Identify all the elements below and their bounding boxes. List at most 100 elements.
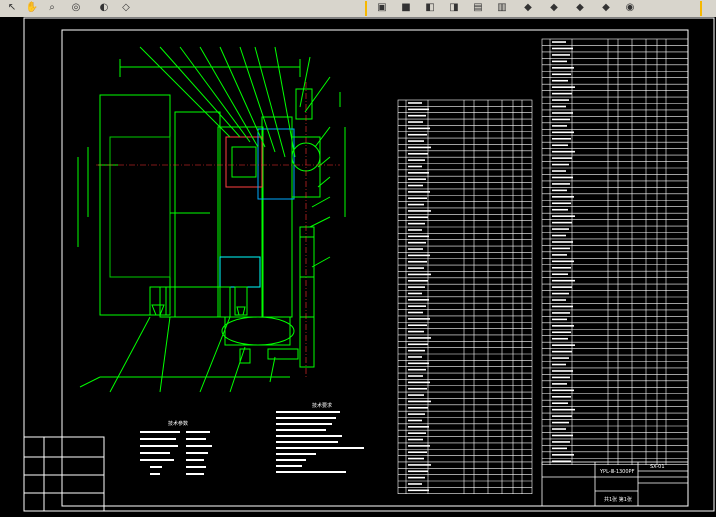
bom-cell-text — [552, 125, 567, 127]
bom-cell-text — [408, 451, 427, 454]
camera-icon[interactable]: ◉ — [622, 1, 638, 15]
bom-cell-text — [408, 127, 430, 130]
drawing-title: YPL-Ⅲ-1300PF — [599, 469, 635, 475]
bom-cell-text — [408, 324, 427, 327]
bom-cell-text — [552, 357, 569, 359]
bom-cell-text — [552, 221, 572, 224]
bom-cell-text — [408, 368, 426, 371]
bom-cell-text — [408, 292, 422, 295]
orbit-icon[interactable]: ◎ — [68, 1, 84, 15]
bom-cell-text — [408, 286, 425, 288]
bom-cell-text — [408, 349, 425, 352]
bom-cell-text — [408, 375, 423, 377]
bom-cell-text — [408, 470, 428, 473]
bom-cell-text — [552, 428, 566, 430]
bom-cell-text — [408, 400, 431, 403]
iso-sw-icon[interactable]: ◆ — [520, 1, 536, 15]
bom-cell-text — [408, 260, 427, 263]
bom-cell-text — [552, 202, 571, 205]
pan-icon[interactable]: ✋ — [24, 1, 40, 15]
bom-cell-text — [408, 152, 428, 155]
bom-cell-text — [552, 79, 568, 82]
bom-cell-text — [408, 419, 422, 422]
bom-cell-text — [552, 86, 575, 88]
layer-icon[interactable]: ◇ — [118, 1, 134, 15]
bom-cell-text — [408, 464, 431, 466]
drawing-code: SX-01 — [650, 464, 665, 470]
bom-cell-text — [408, 229, 422, 231]
bom-cell-text — [408, 381, 430, 384]
render-icon[interactable]: ◐ — [96, 1, 112, 15]
arrow-icon[interactable]: ↖ — [4, 1, 20, 15]
bom-cell-text — [408, 330, 424, 333]
bom-cell-text — [552, 260, 574, 263]
bom-cell-text — [552, 150, 575, 153]
bom-cell-text — [408, 279, 428, 282]
bom-cell-text — [552, 92, 572, 95]
bom-cell-text — [408, 483, 422, 485]
bom-cell-text — [552, 157, 572, 159]
bom-cell-text — [552, 279, 575, 282]
technical-requirements-note: 技术要求 — [276, 402, 364, 473]
bom-cell-text — [552, 331, 571, 334]
bom-cell-text — [552, 402, 568, 405]
bom-cell-text — [552, 137, 571, 140]
view-bottom-icon[interactable]: ■ — [398, 1, 414, 15]
bom-cell-text — [552, 286, 572, 288]
bom-cell-text — [552, 325, 574, 327]
bom-cell-text — [552, 183, 570, 185]
bom-cell-text — [552, 208, 568, 211]
view-front-icon[interactable]: ▤ — [470, 1, 486, 15]
bom-cell-text — [408, 121, 423, 123]
bom-cell-text — [552, 215, 575, 217]
bom-cell-text — [552, 163, 569, 166]
bom-cell-text — [408, 133, 427, 136]
machine-assembly-drawing — [77, 46, 346, 393]
bom-cell-text — [408, 254, 430, 257]
bom-cell-text — [552, 305, 573, 308]
bom-cell-text — [408, 343, 428, 346]
toolbar-separator — [365, 1, 367, 16]
view-top-icon[interactable]: ▣ — [374, 1, 390, 15]
technical-specs-heading: 技术参数 — [168, 420, 188, 427]
bom-cell-text — [552, 176, 573, 179]
view-left-icon[interactable]: ◧ — [422, 1, 438, 15]
sheet-inner-border — [61, 29, 689, 507]
bom-cell-text — [408, 489, 429, 492]
bom-cell-text — [552, 395, 571, 398]
bom-cell-text — [408, 108, 429, 111]
bom-cell-text — [408, 102, 422, 104]
bom-cell-text — [552, 234, 566, 237]
bom-cell-text — [408, 362, 429, 365]
drawing-canvas[interactable]: 技术参数 技术要求 YPL-Ⅲ-1300PF SX-01 共1张 第1张 — [0, 17, 716, 517]
bom-cell-text — [408, 248, 423, 250]
bom-cell-text — [408, 432, 426, 434]
bom-cell-text — [552, 247, 570, 250]
bom-cell-text — [552, 312, 570, 314]
zoom-window-icon[interactable]: ⌕ — [44, 1, 60, 15]
bom-cell-text — [408, 172, 429, 174]
bom-cell-text — [408, 394, 424, 396]
bom-cell-text — [552, 273, 568, 276]
bom-cell-text — [408, 140, 424, 142]
iso-nw-icon[interactable]: ◆ — [598, 1, 614, 15]
bom-cell-text — [408, 222, 425, 225]
bom-cell-text — [552, 131, 574, 134]
bom-cell-text — [408, 216, 428, 219]
bom-cell-text — [408, 413, 425, 415]
bom-cell-text — [408, 114, 426, 117]
bom-cell-text — [552, 254, 567, 256]
bom-cell-text — [552, 337, 568, 340]
bom-table-right — [541, 38, 689, 466]
bom-cell-text — [552, 383, 567, 385]
view-right-icon[interactable]: ◨ — [446, 1, 462, 15]
iso-se-icon[interactable]: ◆ — [546, 1, 562, 15]
bom-cell-text — [552, 434, 573, 437]
iso-ne-icon[interactable]: ◆ — [572, 1, 588, 15]
technical-specs-note: 技术参数 — [140, 420, 212, 475]
toolbar: ↖ ✋ ⌕ ◎ ◐ ◇ ▣ ■ ◧ ◨ ▤ ▥ ◆ ◆ ◆ ◆ ◉ — [0, 0, 716, 18]
bom-cell-text — [552, 370, 573, 372]
view-back-icon[interactable]: ▥ — [494, 1, 510, 15]
bom-cell-text — [552, 67, 574, 69]
bom-cell-text — [552, 54, 570, 56]
